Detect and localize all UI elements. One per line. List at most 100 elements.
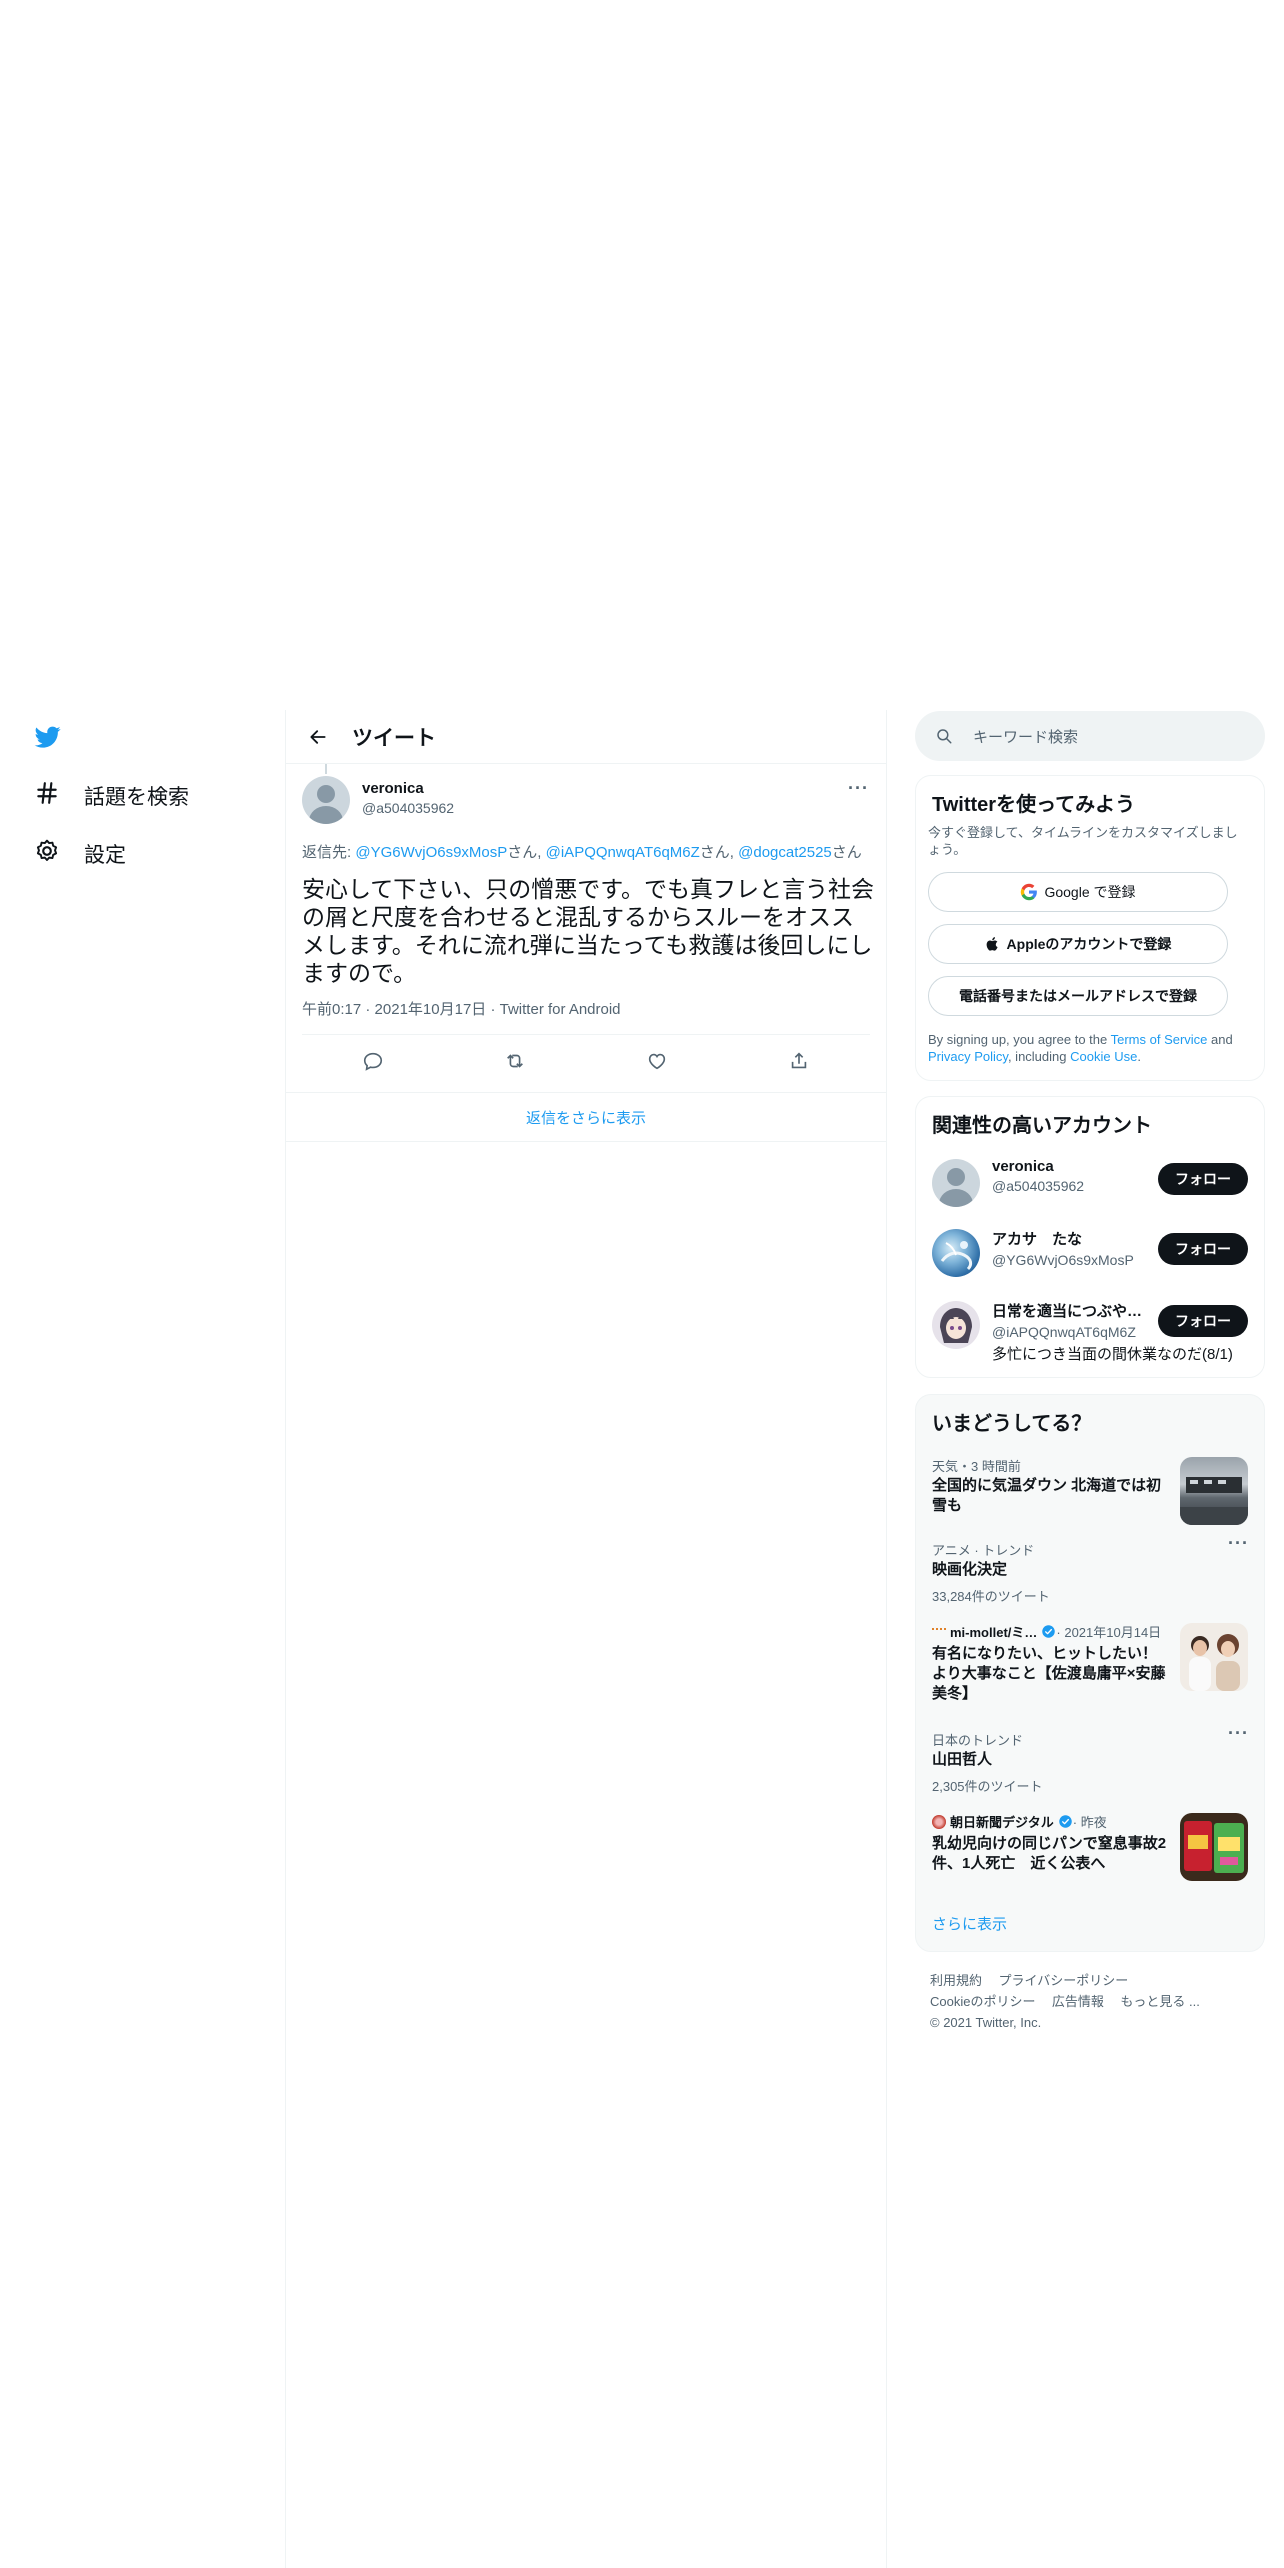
trend-title: 映画化決定 <box>932 1561 1008 1578</box>
follow-button[interactable]: フォロー <box>1158 1233 1248 1265</box>
tweet-time[interactable]: 午前0:17 <box>302 1001 361 1018</box>
follow-button[interactable]: フォロー <box>1158 1305 1248 1337</box>
more-options-icon[interactable]: ··· <box>1228 1533 1249 1554</box>
share-icon[interactable] <box>779 1041 819 1081</box>
source-name: 朝日新聞デジタル <box>950 1815 1054 1830</box>
footer: 利用規約 プライバシーポリシー Cookieのポリシー 広告情報 もっと見る .… <box>930 1970 1260 2033</box>
tweet-author-handle[interactable]: @a504035962 <box>362 800 454 816</box>
trend-item[interactable]: mi-mollet/ミ… · 2021年10月14日 有名になりたい、ヒットした… <box>916 1613 1264 1721</box>
trend-title: 乳幼児向けの同じパンで窒息事故2件、1人死亡 近く公表へ <box>932 1835 1167 1872</box>
reply-mention-link[interactable]: @dogcat2525 <box>738 844 832 861</box>
show-more-replies-label: 返信をさらに表示 <box>525 1109 646 1127</box>
account-name[interactable]: veronica <box>992 1158 1152 1175</box>
nav-explore[interactable]: 話題を検索 <box>34 780 189 812</box>
source-logo-icon <box>932 1627 946 1636</box>
source-logo-icon <box>932 1814 946 1829</box>
reply-suffix: さん, <box>699 844 739 861</box>
main-column: ツイート veronica @a504035962 ··· 返信先: @YG6W… <box>285 710 887 2568</box>
signup-subtitle: 今すぐ登録して、タイムラインをカスタマイズしましょう。 <box>928 825 1238 857</box>
tweet-actions <box>302 1038 870 1084</box>
trend-item[interactable]: 日本のトレンド 山田哲人 2,305件のツイート ··· <box>916 1721 1264 1803</box>
page-title: ツイート <box>352 726 436 750</box>
footer-link-cookies[interactable]: Cookieのポリシー <box>930 1994 1035 2009</box>
footer-link-more[interactable]: もっと見る ... <box>1120 1994 1199 2009</box>
trend-title: 全国的に気温ダウン 北海道では初雪も <box>932 1477 1162 1514</box>
reply-context: 返信先: @YG6WvjO6s9xMosPさん, @iAPQQnwqAT6qM6… <box>302 841 862 862</box>
trend-item[interactable]: アニメ · トレンド 映画化決定 33,284件のツイート ··· <box>916 1531 1264 1613</box>
account-row[interactable]: アカサ たな @YG6WvjO6s9xMosP フォロー <box>916 1219 1264 1291</box>
trend-count: 2,305件のツイート <box>932 1779 1043 1794</box>
tweet-detail: veronica @a504035962 ··· 返信先: @YG6WvjO6s… <box>286 764 886 1142</box>
more-options-icon[interactable]: ··· <box>1228 1723 1249 1744</box>
show-more-replies[interactable]: 返信をさらに表示 <box>286 1093 886 1142</box>
related-title: 関連性の高いアカウント <box>932 1115 1152 1137</box>
source-date: · 2021年10月14日 <box>1056 1625 1162 1640</box>
google-signup-button[interactable]: Google で登録 <box>928 872 1228 912</box>
account-handle[interactable]: @iAPQQnwqAT6qM6Z <box>992 1324 1152 1340</box>
tweet-date[interactable]: 2021年10月17日 <box>375 1001 487 1018</box>
avatar[interactable] <box>302 776 350 824</box>
thread-line <box>325 764 327 774</box>
account-name[interactable]: 日常を適当につぶや… <box>992 1300 1152 1321</box>
trend-meta: アニメ · トレンド <box>932 1543 1035 1558</box>
like-icon[interactable] <box>637 1041 677 1081</box>
twitter-logo-icon[interactable] <box>33 724 65 752</box>
footer-link-terms[interactable]: 利用規約 <box>930 1973 982 1988</box>
trend-item[interactable]: 朝日新聞デジタル · 昨夜 乳幼児向けの同じパンで窒息事故2件、1人死亡 近く公… <box>916 1803 1264 1893</box>
retweet-icon[interactable] <box>495 1041 535 1081</box>
apple-icon <box>985 936 1001 952</box>
trends-title: いまどうしてる？ <box>932 1413 1092 1435</box>
reply-mention-link[interactable]: @iAPQQnwqAT6qM6Z <box>546 844 700 861</box>
terms-of-service-link[interactable]: Terms of Service <box>1111 1032 1208 1047</box>
terms-text: . <box>1137 1049 1141 1064</box>
tweet-source[interactable]: Twitter for Android <box>500 1001 621 1018</box>
apple-signup-label: Appleのアカウントで登録 <box>1006 936 1172 952</box>
account-row[interactable]: 日常を適当につぶや… @iAPQQnwqAT6qM6Z フォロー 多忙につき当面… <box>916 1291 1264 1373</box>
trend-item[interactable]: 天気・3 時間前 全国的に気温ダウン 北海道では初雪も <box>916 1447 1264 1531</box>
signup-terms: By signing up, you agree to the Terms of… <box>928 1031 1250 1065</box>
phone-email-signup-button[interactable]: 電話番号またはメールアドレスで登録 <box>928 976 1228 1016</box>
divider <box>302 1034 870 1035</box>
privacy-policy-link[interactable]: Privacy Policy <box>928 1049 1008 1064</box>
more-options-icon[interactable]: ··· <box>848 778 869 799</box>
follow-button[interactable]: フォロー <box>1158 1163 1248 1195</box>
tweet-author-name[interactable]: veronica <box>362 780 454 797</box>
trend-meta: mi-mollet/ミ… · 2021年10月14日 <box>932 1622 1161 1641</box>
account-bio: 多忙につき当面の間休業なのだ(8/1) <box>992 1346 1233 1363</box>
show-more-link[interactable]: さらに表示 <box>932 1913 1007 1934</box>
avatar[interactable] <box>932 1159 980 1207</box>
trend-title: 有名になりたい、ヒットしたい！より大事なこと【佐渡島庸平×安藤美冬】 <box>932 1645 1166 1702</box>
back-arrow-icon[interactable] <box>298 717 338 757</box>
avatar[interactable] <box>932 1229 980 1277</box>
separator: · <box>490 1001 496 1018</box>
source-date: · 昨夜 <box>1072 1815 1107 1830</box>
reply-icon[interactable] <box>353 1041 393 1081</box>
source-name: mi-mollet/ミ… <box>950 1625 1038 1640</box>
search-input[interactable]: キーワード検索 <box>915 711 1265 761</box>
account-name[interactable]: アカサ たな <box>992 1228 1152 1249</box>
footer-link-ads[interactable]: 広告情報 <box>1052 1994 1104 2009</box>
account-handle[interactable]: @YG6WvjO6s9xMosP <box>992 1252 1152 1268</box>
trend-thumbnail <box>1180 1623 1248 1691</box>
footer-link-privacy[interactable]: プライバシーポリシー <box>998 1973 1128 1988</box>
account-handle[interactable]: @a504035962 <box>992 1178 1152 1194</box>
avatar[interactable] <box>932 1301 980 1349</box>
gear-icon <box>34 838 60 870</box>
separator: · <box>365 1001 371 1018</box>
account-row[interactable]: veronica @a504035962 フォロー <box>916 1149 1264 1219</box>
reply-mention-link[interactable]: @YG6WvjO6s9xMosP <box>355 844 507 861</box>
search-icon <box>935 727 953 745</box>
trend-meta: 天気・3 時間前 <box>932 1459 1021 1474</box>
nav-settings[interactable]: 設定 <box>34 838 126 870</box>
trends-panel: いまどうしてる？ 天気・3 時間前 全国的に気温ダウン 北海道では初雪も アニメ… <box>915 1394 1265 1952</box>
verified-badge-icon <box>1058 1814 1073 1829</box>
tweet-timestamp: 午前0:17 · 2021年10月17日 · Twitter for Andro… <box>302 998 621 1019</box>
cookie-use-link[interactable]: Cookie Use <box>1070 1049 1137 1064</box>
terms-text: , including <box>1007 1049 1071 1064</box>
tweet-text: 安心して下さい、只の憎悪です。でも真フレと言う社会の屑と尺度を合わせると混乱する… <box>302 876 875 986</box>
nav-explore-label: 話題を検索 <box>84 786 189 809</box>
reply-suffix: さん, <box>507 844 546 861</box>
apple-signup-button[interactable]: Appleのアカウントで登録 <box>928 924 1228 964</box>
trend-thumbnail <box>1180 1813 1248 1881</box>
signup-panel: Twitterを使ってみよう 今すぐ登録して、タイムラインをカスタマイズしましょ… <box>915 775 1265 1081</box>
